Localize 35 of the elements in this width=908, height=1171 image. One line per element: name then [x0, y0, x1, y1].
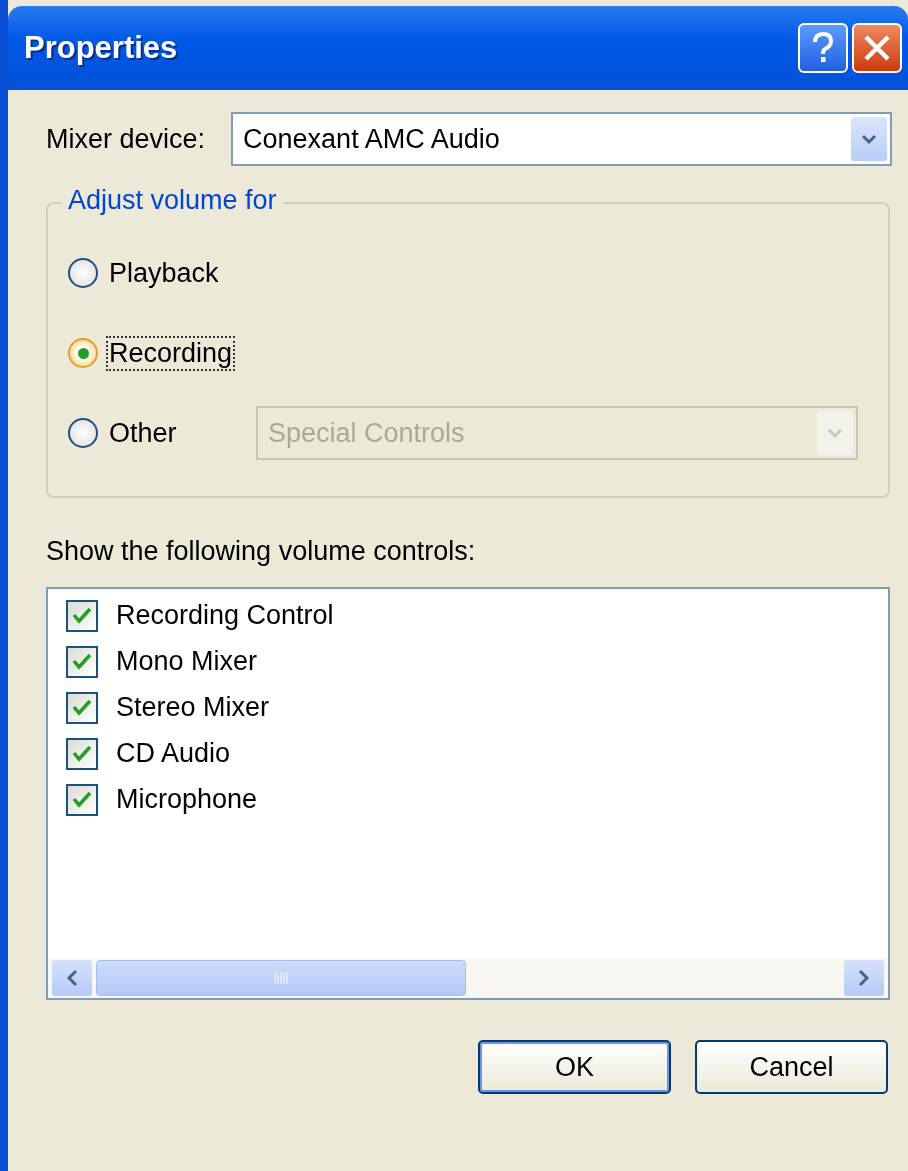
close-button[interactable] [852, 23, 902, 73]
help-button[interactable] [798, 23, 848, 73]
list-label: Show the following volume controls: [46, 536, 477, 567]
list-item-label[interactable]: Stereo Mixer [116, 692, 270, 723]
check-icon [71, 789, 93, 810]
checkbox[interactable] [66, 691, 98, 724]
check-icon [71, 651, 93, 672]
horizontal-scrollbar[interactable] [48, 958, 888, 998]
scroll-right-button[interactable] [844, 960, 884, 996]
mixer-device-dropdown[interactable]: Conexant AMC Audio [231, 112, 892, 166]
list-item-label[interactable]: Microphone [116, 784, 258, 815]
mixer-device-label: Mixer device: [46, 123, 206, 155]
list-item-label[interactable]: CD Audio [116, 738, 231, 769]
window-title: Properties [24, 30, 178, 66]
list-item-label[interactable]: Recording Control [116, 600, 334, 631]
checkbox[interactable] [66, 645, 98, 678]
check-icon [71, 605, 93, 626]
radio-label[interactable]: Other [106, 415, 232, 451]
ok-button[interactable]: OK [478, 1040, 671, 1094]
radio-button[interactable] [68, 258, 98, 288]
radio-button[interactable] [68, 418, 98, 448]
check-icon [71, 697, 93, 718]
check-icon [71, 743, 93, 764]
checkbox[interactable] [66, 783, 98, 816]
checkbox[interactable] [66, 737, 98, 770]
list-item-label[interactable]: Mono Mixer [116, 646, 258, 677]
close-icon [863, 34, 891, 62]
radio-label[interactable]: Recording [106, 335, 236, 371]
radio-label[interactable]: Playback [106, 255, 232, 291]
cancel-button[interactable]: Cancel [695, 1040, 888, 1094]
radio-button[interactable] [68, 338, 98, 368]
scroll-left-button[interactable] [52, 960, 92, 996]
scroll-thumb[interactable] [96, 960, 466, 996]
help-icon [812, 32, 834, 64]
checkbox[interactable] [66, 599, 98, 632]
